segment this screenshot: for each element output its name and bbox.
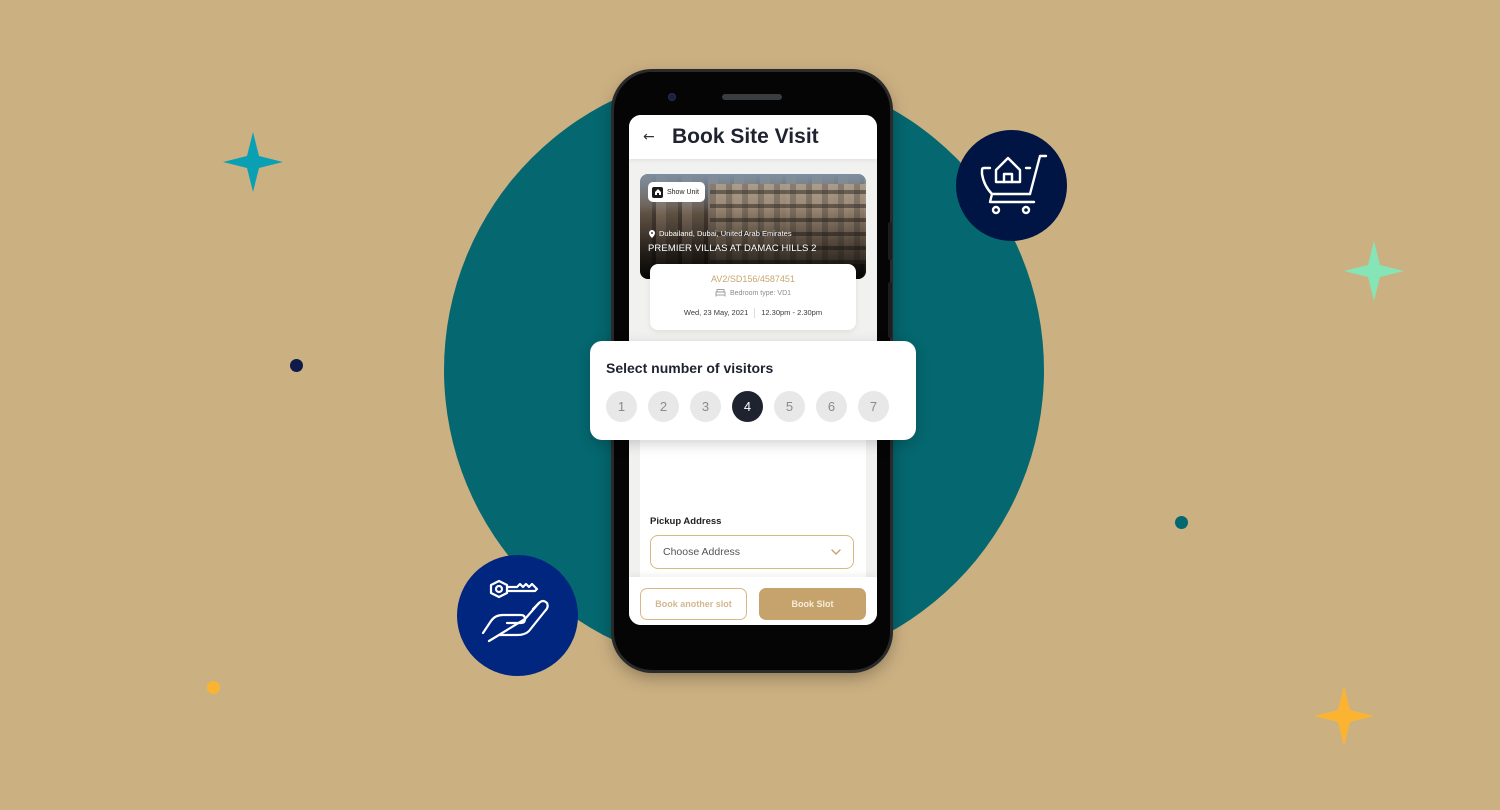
house-cart-badge <box>956 130 1067 241</box>
visitors-selector-card: Select number of visitors 1 2 3 4 5 6 7 <box>590 341 916 440</box>
front-camera <box>668 93 676 101</box>
unit-code: AV2/SD156/4587451 <box>711 274 795 284</box>
visit-time: 12.30pm - 2.30pm <box>761 308 823 317</box>
show-unit-button[interactable]: Show Unit <box>648 182 705 202</box>
visit-datetime: Wed, 23 May, 2021 12.30pm - 2.30pm <box>650 308 856 318</box>
app-header: ← Book Site Visit <box>629 115 877 159</box>
bedroom-type-text: Bedroom type: VD1 <box>729 289 792 297</box>
back-arrow-icon[interactable]: ← <box>643 129 657 145</box>
location-text: Dubailand, Dubai, United Arab Emirates <box>659 229 792 238</box>
action-bar: Book another slot Book Slot <box>629 577 877 625</box>
location-pin-icon <box>649 229 655 238</box>
volume-button <box>888 222 892 260</box>
visitor-option-1[interactable]: 1 <box>606 391 637 422</box>
chevron-down-icon <box>831 549 841 555</box>
address-placeholder: Choose Address <box>663 546 741 558</box>
unit-details-card: AV2/SD156/4587451 Bedroom type: VD1 Wed,… <box>650 264 856 330</box>
mint-star-icon <box>1344 241 1404 301</box>
power-button <box>888 282 892 338</box>
key-hand-badge <box>457 555 578 676</box>
orange-star-icon <box>1314 686 1374 746</box>
visitor-option-2[interactable]: 2 <box>648 391 679 422</box>
datetime-divider <box>754 308 756 318</box>
orange-dot <box>207 681 220 694</box>
page-title: Book Site Visit <box>672 125 819 148</box>
pickup-form-card: Pickup Address Choose Address <box>640 425 866 583</box>
address-dropdown[interactable]: Choose Address <box>650 535 854 569</box>
teal-dot <box>1175 516 1188 529</box>
visit-date: Wed, 23 May, 2021 <box>683 308 749 317</box>
pickup-address-label: Pickup Address <box>650 516 722 527</box>
book-slot-button[interactable]: Book Slot <box>759 588 866 620</box>
visitor-option-7[interactable]: 7 <box>858 391 889 422</box>
speaker-grille <box>722 94 782 100</box>
bed-icon <box>715 289 726 297</box>
property-location: Dubailand, Dubai, United Arab Emirates <box>649 229 792 238</box>
navy-dot <box>290 359 303 372</box>
visitors-title: Select number of visitors <box>606 360 774 376</box>
visitor-option-3[interactable]: 3 <box>690 391 721 422</box>
home-icon <box>652 186 663 198</box>
visitor-options: 1 2 3 4 5 6 7 <box>606 391 889 422</box>
visitor-option-5[interactable]: 5 <box>774 391 805 422</box>
project-name: PREMIER VILLAS AT DAMAC HILLS 2 <box>648 243 817 254</box>
bedroom-type: Bedroom type: VD1 <box>650 289 856 297</box>
house-cart-icon <box>980 154 1047 214</box>
visitor-option-4[interactable]: 4 <box>732 391 763 422</box>
book-another-slot-button[interactable]: Book another slot <box>640 588 747 620</box>
visitor-option-6[interactable]: 6 <box>816 391 847 422</box>
show-unit-label: Show Unit <box>667 188 699 196</box>
teal-star-icon <box>223 132 283 192</box>
key-in-hand-icon <box>481 579 549 642</box>
